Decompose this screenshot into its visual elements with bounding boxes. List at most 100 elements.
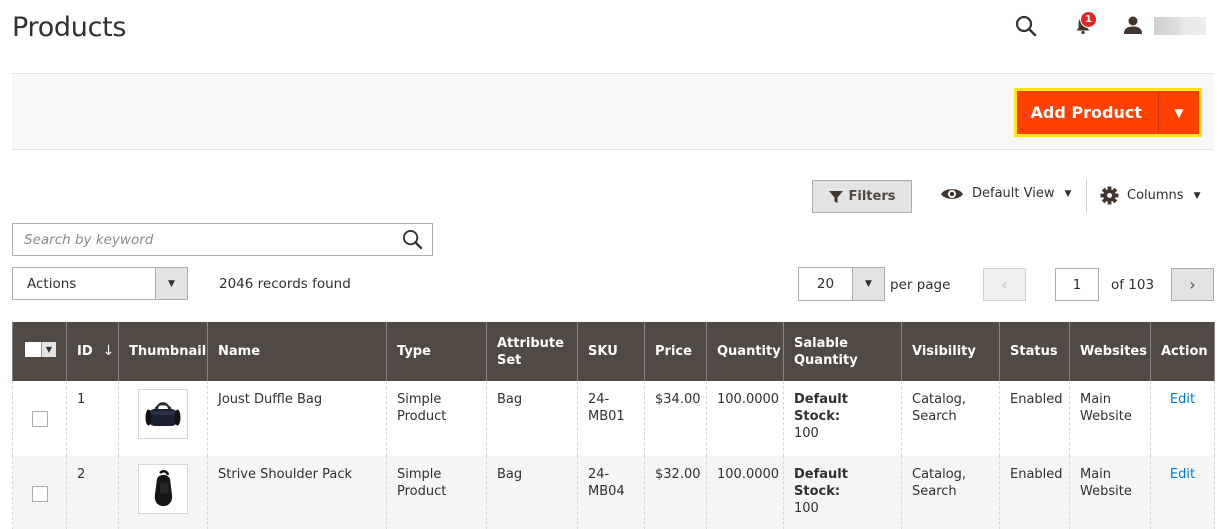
cell-name: Joust Duffle Bag <box>207 381 387 456</box>
products-grid: ▼ ID ↓ Thumbnail Name Type Attribute Set … <box>12 322 1215 529</box>
shoulder-pack-image <box>154 470 173 507</box>
caret-down-icon[interactable]: ▼ <box>852 268 884 300</box>
duffle-bag-image <box>145 402 181 426</box>
total-pages: of 103 <box>1111 277 1155 293</box>
row-select-cell <box>12 456 67 529</box>
column-header-attribute-set[interactable]: Attribute Set <box>486 322 578 381</box>
chevron-right-icon: › <box>1189 275 1196 294</box>
cell-id: 2 <box>66 456 119 529</box>
column-header-salable-quantity: Salable Quantity <box>783 322 902 381</box>
gear-icon <box>1100 186 1119 205</box>
mass-actions-select[interactable]: Actions ▼ <box>12 267 188 300</box>
column-header-thumbnail: Thumbnail <box>118 322 208 381</box>
stock-value: 100 <box>794 426 819 441</box>
table-row: 2 Strive Shoulder Pack Simple Product Ba… <box>12 456 1215 529</box>
column-header-type[interactable]: Type <box>386 322 487 381</box>
cell-salable-quantity: Default Stock: 100 <box>783 456 902 529</box>
grid-header-row: ▼ ID ↓ Thumbnail Name Type Attribute Set … <box>12 322 1215 381</box>
cell-action: Edit <box>1150 456 1215 529</box>
columns-label: Columns <box>1127 188 1184 203</box>
cell-quantity: 100.0000 <box>706 456 784 529</box>
view-label: Default View <box>972 186 1055 201</box>
mass-select-header[interactable]: ▼ <box>12 322 67 381</box>
cell-status: Enabled <box>999 456 1070 529</box>
column-header-sku[interactable]: SKU <box>577 322 645 381</box>
records-count: 2046 records found <box>219 276 351 292</box>
search-submit-button[interactable] <box>392 224 432 255</box>
stock-value: 100 <box>794 501 819 516</box>
eye-icon <box>941 188 963 199</box>
add-product-dropdown-toggle[interactable]: ▼ <box>1159 91 1199 134</box>
previous-page-button[interactable]: ‹ <box>983 268 1026 301</box>
filters-label: Filters <box>848 189 896 204</box>
chevron-left-icon: ‹ <box>1001 275 1008 294</box>
default-view-dropdown[interactable]: Default View ▼ <box>940 186 1071 201</box>
user-account-button[interactable] <box>1122 14 1144 36</box>
cell-type: Simple Product <box>386 381 487 456</box>
mass-select-checkbox[interactable]: ▼ <box>25 341 56 357</box>
add-product-button[interactable]: Add Product <box>1016 91 1159 134</box>
toolbar-divider <box>1086 180 1087 212</box>
cell-type: Simple Product <box>386 456 487 529</box>
column-header-status[interactable]: Status <box>999 322 1070 381</box>
column-header-id[interactable]: ID ↓ <box>66 322 119 381</box>
cell-websites: Main Website <box>1069 456 1151 529</box>
next-page-button[interactable]: › <box>1171 268 1214 301</box>
table-row: 1 Joust Duffle Bag Simple Product Bag 24… <box>12 381 1215 456</box>
stock-label: Default Stock: <box>794 392 848 424</box>
row-checkbox[interactable] <box>31 411 48 427</box>
search-icon <box>402 229 422 250</box>
product-thumbnail[interactable] <box>138 464 188 514</box>
keyword-search <box>12 223 433 256</box>
sort-descending-icon: ↓ <box>102 343 115 359</box>
per-page-select[interactable]: 20 ▼ <box>798 267 885 301</box>
filter-icon <box>828 190 843 203</box>
cell-action: Edit <box>1150 381 1215 456</box>
current-page-input[interactable] <box>1055 268 1099 301</box>
stock-label: Default Stock: <box>794 467 848 499</box>
column-header-price[interactable]: Price <box>644 322 707 381</box>
caret-down-icon: ▼ <box>1174 105 1184 120</box>
per-page-value: 20 <box>816 276 835 292</box>
columns-dropdown[interactable]: Columns ▼ <box>1100 186 1200 205</box>
user-icon <box>1124 16 1142 34</box>
cell-thumbnail <box>118 381 208 456</box>
cell-status: Enabled <box>999 381 1070 456</box>
page-title: Products <box>12 12 127 43</box>
cell-price: $32.00 <box>644 456 707 529</box>
edit-link[interactable]: Edit <box>1170 467 1195 482</box>
edit-link[interactable]: Edit <box>1170 392 1195 407</box>
product-thumbnail[interactable] <box>138 389 188 439</box>
cell-id: 1 <box>66 381 119 456</box>
column-header-action: Action <box>1150 322 1215 381</box>
caret-down-icon[interactable]: ▼ <box>155 268 187 299</box>
search-input[interactable] <box>13 231 392 248</box>
user-name-redacted[interactable] <box>1154 17 1206 35</box>
column-header-name[interactable]: Name <box>207 322 387 381</box>
row-select-cell <box>12 381 67 456</box>
notification-count-badge: 1 <box>1080 11 1097 28</box>
row-checkbox[interactable] <box>31 485 48 502</box>
cell-visibility: Catalog, Search <box>901 456 1000 529</box>
filters-button[interactable]: Filters <box>812 180 912 213</box>
add-product-split-button: Add Product ▼ <box>1013 88 1202 137</box>
per-page-label: per page <box>890 277 951 293</box>
cell-attribute-set: Bag <box>486 456 578 529</box>
cell-sku: 24-MB04 <box>577 456 645 529</box>
cell-name: Strive Shoulder Pack <box>207 456 387 529</box>
column-header-quantity[interactable]: Quantity <box>706 322 784 381</box>
caret-down-icon: ▼ <box>1064 188 1072 199</box>
search-icon[interactable] <box>1014 14 1038 38</box>
cell-attribute-set: Bag <box>486 381 578 456</box>
column-header-visibility[interactable]: Visibility <box>901 322 1000 381</box>
actions-label: Actions <box>27 275 77 292</box>
cell-thumbnail <box>118 456 208 529</box>
caret-down-icon: ▼ <box>41 341 56 357</box>
cell-sku: 24-MB01 <box>577 381 645 456</box>
cell-visibility: Catalog, Search <box>901 381 1000 456</box>
cell-quantity: 100.0000 <box>706 381 784 456</box>
column-header-websites[interactable]: Websites <box>1069 322 1151 381</box>
page-actions-bar: Add Product ▼ <box>12 73 1214 150</box>
notifications-button[interactable]: 1 <box>1072 11 1097 37</box>
cell-websites: Main Website <box>1069 381 1151 456</box>
